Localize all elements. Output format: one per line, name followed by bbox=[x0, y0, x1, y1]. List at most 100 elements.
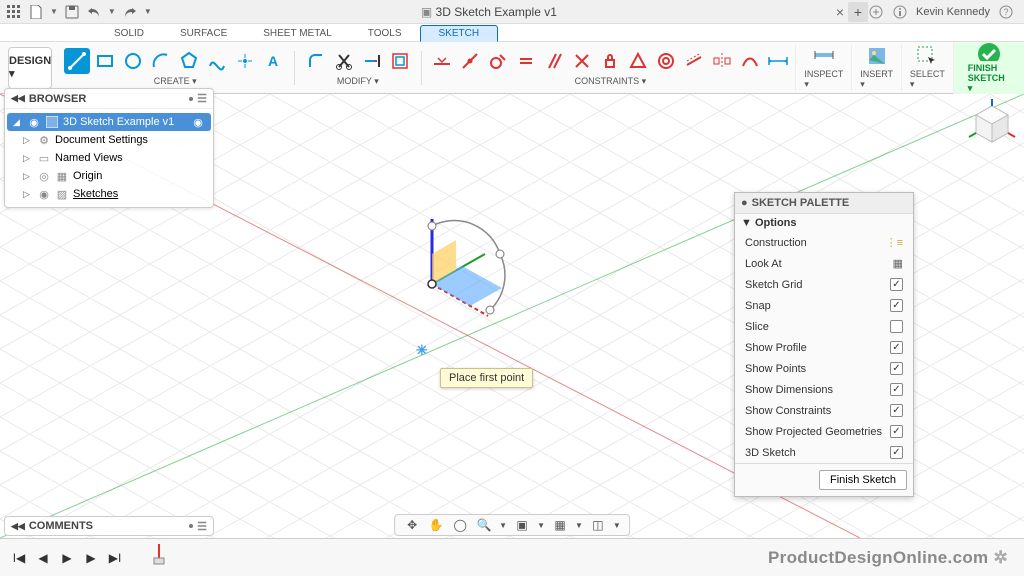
arc-tool-icon[interactable] bbox=[148, 48, 174, 74]
new-file-caret[interactable]: ▼ bbox=[50, 7, 58, 16]
tab-solid[interactable]: SOLID bbox=[96, 26, 162, 41]
viewports-icon[interactable]: ◫ bbox=[589, 516, 607, 534]
notifications-icon[interactable] bbox=[892, 4, 908, 20]
curvature-constraint-icon[interactable] bbox=[737, 48, 763, 74]
display-icon[interactable]: ▣ bbox=[513, 516, 531, 534]
create-label[interactable]: CREATE ▾ bbox=[154, 76, 197, 87]
inspect-button[interactable]: INSPECT ▾ bbox=[795, 45, 851, 91]
modify-label[interactable]: MODIFY ▾ bbox=[337, 76, 379, 87]
panel-options-icon[interactable]: ☰ bbox=[197, 92, 207, 105]
help-icon[interactable]: ? bbox=[998, 4, 1014, 20]
visibility-icon[interactable]: ◉ bbox=[27, 115, 41, 129]
offset-tool-icon[interactable] bbox=[387, 48, 413, 74]
orbit-icon[interactable]: ✥ bbox=[403, 516, 421, 534]
point-tool-icon[interactable] bbox=[232, 48, 258, 74]
tab-surface[interactable]: SURFACE bbox=[162, 26, 245, 41]
perpendicular-constraint-icon[interactable] bbox=[569, 48, 595, 74]
polygon-tool-icon[interactable] bbox=[176, 48, 202, 74]
radio-icon[interactable]: ◉ bbox=[191, 115, 205, 129]
save-icon[interactable] bbox=[64, 4, 80, 20]
palette-row-construction[interactable]: Construction⋮≡ bbox=[735, 232, 913, 253]
browser-root[interactable]: ◢ ◉ 3D Sketch Example v1 ◉ bbox=[7, 113, 211, 131]
collinear-constraint-icon[interactable] bbox=[681, 48, 707, 74]
palette-options-header[interactable]: ▼ Options bbox=[735, 213, 913, 232]
palette-row-show-dimensions[interactable]: Show Dimensions bbox=[735, 379, 913, 400]
checkbox[interactable] bbox=[890, 383, 903, 396]
checkbox[interactable] bbox=[890, 446, 903, 459]
palette-row-show-projected-geometries[interactable]: Show Projected Geometries bbox=[735, 421, 913, 442]
checkbox[interactable] bbox=[890, 362, 903, 375]
parallel-constraint-icon[interactable] bbox=[541, 48, 567, 74]
panel-pin-icon[interactable] bbox=[189, 524, 193, 528]
finish-sketch-button[interactable]: FINISH SKETCH ▾ bbox=[953, 42, 1024, 94]
insert-button[interactable]: INSERT ▾ bbox=[851, 45, 901, 91]
undo-caret[interactable]: ▼ bbox=[108, 7, 116, 16]
fix-constraint-icon[interactable] bbox=[597, 48, 623, 74]
checkbox[interactable] bbox=[890, 299, 903, 312]
browser-item-document-settings[interactable]: ▷ ⚙ Document Settings bbox=[5, 131, 213, 149]
palette-title[interactable]: ●SKETCH PALETTE bbox=[735, 193, 913, 213]
undo-icon[interactable] bbox=[86, 4, 102, 20]
coincident-constraint-icon[interactable] bbox=[457, 48, 483, 74]
timeline-start-icon[interactable]: I◀ bbox=[10, 551, 28, 565]
palette-row-3d-sketch[interactable]: 3D Sketch bbox=[735, 442, 913, 463]
text-tool-icon[interactable]: A bbox=[260, 48, 286, 74]
equal-constraint-icon[interactable] bbox=[513, 48, 539, 74]
palette-finish-button[interactable]: Finish Sketch bbox=[819, 470, 907, 490]
concentric-constraint-icon[interactable] bbox=[653, 48, 679, 74]
tab-tools[interactable]: TOOLS bbox=[350, 26, 420, 41]
browser-item-sketches[interactable]: ▷ ◉ ▨ Sketches bbox=[5, 185, 213, 203]
redo-caret[interactable]: ▼ bbox=[144, 7, 152, 16]
symmetry-constraint-icon[interactable] bbox=[709, 48, 735, 74]
constraints-label[interactable]: CONSTRAINTS ▾ bbox=[575, 76, 647, 87]
zoom-icon[interactable]: 🔍 bbox=[475, 516, 493, 534]
workspace-switcher[interactable]: DESIGN ▾ bbox=[8, 47, 52, 89]
visibility-icon[interactable]: ◉ bbox=[37, 187, 51, 201]
line-tool-icon[interactable] bbox=[64, 48, 90, 74]
panel-pin-icon[interactable] bbox=[189, 97, 193, 101]
midpoint-constraint-icon[interactable] bbox=[625, 48, 651, 74]
grid-icon[interactable]: ▦ bbox=[551, 516, 569, 534]
browser-item-origin[interactable]: ▷ ◎ ▦ Origin bbox=[5, 167, 213, 185]
lookat-icon[interactable]: ◯ bbox=[451, 516, 469, 534]
extend-tool-icon[interactable] bbox=[359, 48, 385, 74]
new-file-icon[interactable] bbox=[28, 4, 44, 20]
checkbox[interactable] bbox=[890, 278, 903, 291]
panel-options-icon[interactable]: ☰ bbox=[197, 520, 207, 533]
timeline-feature-icon[interactable] bbox=[150, 544, 168, 571]
checkbox[interactable] bbox=[890, 404, 903, 417]
visibility-icon[interactable]: ◎ bbox=[37, 169, 51, 183]
checkbox[interactable] bbox=[890, 341, 903, 354]
app-grid-icon[interactable] bbox=[6, 4, 22, 20]
pan-icon[interactable]: ✋ bbox=[427, 516, 445, 534]
new-tab-button[interactable]: + bbox=[848, 2, 868, 22]
construction-icon[interactable]: ⋮≡ bbox=[886, 236, 903, 249]
dimension-tool-icon[interactable] bbox=[765, 48, 791, 74]
tab-sheetmetal[interactable]: SHEET METAL bbox=[245, 26, 350, 41]
palette-row-slice[interactable]: Slice bbox=[735, 316, 913, 337]
palette-row-show-constraints[interactable]: Show Constraints bbox=[735, 400, 913, 421]
fillet-tool-icon[interactable] bbox=[303, 48, 329, 74]
rectangle-tool-icon[interactable] bbox=[92, 48, 118, 74]
timeline-play-icon[interactable]: ▶ bbox=[58, 551, 76, 565]
checkbox[interactable] bbox=[890, 425, 903, 438]
redo-icon[interactable] bbox=[122, 4, 138, 20]
timeline-next-icon[interactable]: ▶ bbox=[82, 551, 100, 565]
close-tab-icon[interactable]: × bbox=[832, 4, 848, 20]
comments-panel[interactable]: ◀◀ COMMENTS ☰ bbox=[4, 516, 214, 536]
lookat-icon[interactable]: ▦ bbox=[893, 257, 903, 270]
timeline-end-icon[interactable]: ▶I bbox=[106, 551, 124, 565]
checkbox[interactable] bbox=[890, 320, 903, 333]
spline-tool-icon[interactable] bbox=[204, 48, 230, 74]
timeline-prev-icon[interactable]: ◀ bbox=[34, 551, 52, 565]
browser-title[interactable]: ◀◀ BROWSER ☰ bbox=[5, 89, 213, 109]
browser-item-named-views[interactable]: ▷ ▭ Named Views bbox=[5, 149, 213, 167]
palette-row-sketch-grid[interactable]: Sketch Grid bbox=[735, 274, 913, 295]
extensions-icon[interactable] bbox=[868, 4, 884, 20]
palette-row-show-points[interactable]: Show Points bbox=[735, 358, 913, 379]
trim-tool-icon[interactable] bbox=[331, 48, 357, 74]
tab-sketch[interactable]: SKETCH bbox=[420, 25, 499, 42]
palette-row-look-at[interactable]: Look At▦ bbox=[735, 253, 913, 274]
horizontal-constraint-icon[interactable] bbox=[429, 48, 455, 74]
select-button[interactable]: SELECT ▾ bbox=[901, 45, 953, 91]
